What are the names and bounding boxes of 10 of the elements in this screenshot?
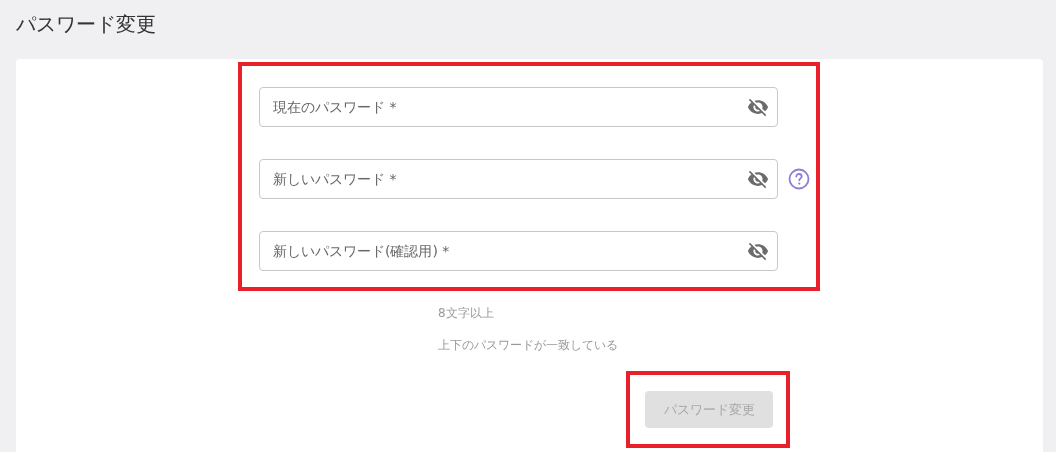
password-field[interactable]: 新しいパスワード * xyxy=(259,159,778,199)
eye-slash-icon[interactable] xyxy=(747,240,769,262)
password-rule: 上下のパスワードが一致している xyxy=(438,337,618,353)
help-icon[interactable] xyxy=(788,168,810,190)
eye-slash-icon[interactable] xyxy=(747,168,769,190)
password-rule: 8文字以上 xyxy=(438,305,495,321)
page-title: パスワード変更 xyxy=(16,11,156,38)
password-field[interactable]: 新しいパスワード(確認用) * xyxy=(259,231,778,271)
eye-slash-icon[interactable] xyxy=(747,96,769,118)
password-field[interactable]: 現在のパスワード * xyxy=(259,87,778,127)
